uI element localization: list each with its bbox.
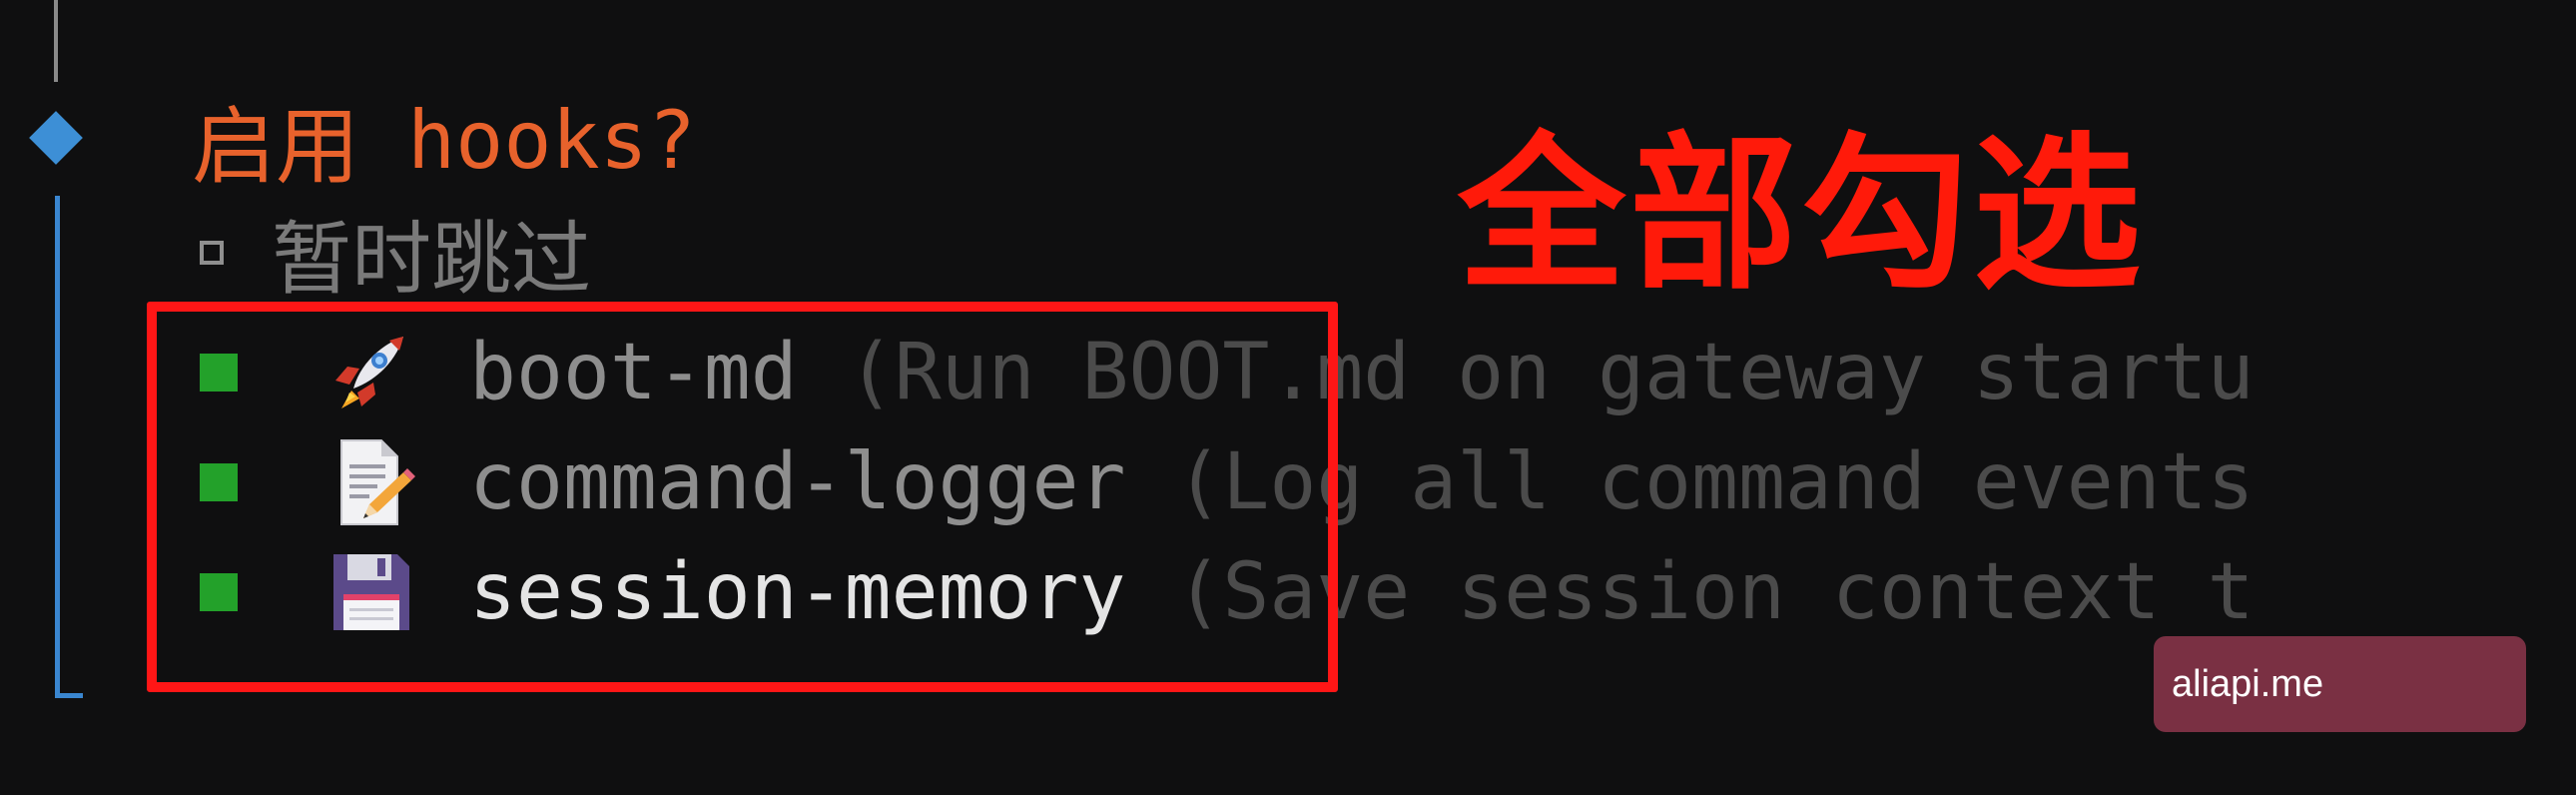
option-skip[interactable]: 暂时跳过	[200, 198, 591, 308]
terminal-prompt-screen: 启用 hooks? 暂时跳过 boot-md (Run BOOT.md on g…	[0, 0, 2576, 795]
prompt-question-en: hooks?	[407, 93, 696, 187]
prompt-rail	[55, 196, 60, 697]
unchecked-checkbox-icon[interactable]	[200, 241, 224, 265]
active-prompt-diamond-icon	[29, 111, 83, 165]
prompt-question: 启用 hooks?	[192, 80, 696, 200]
annotation-select-all: 全部勾选	[1458, 116, 2145, 313]
option-skip-label: 暂时跳过	[272, 213, 591, 306]
watermark-text: aliapi.me	[2172, 662, 2324, 705]
prompt-connector-line	[54, 0, 58, 82]
watermark-badge: aliapi.me	[2154, 636, 2526, 732]
selection-highlight-box	[147, 302, 1338, 692]
prompt-rail-end	[55, 693, 83, 698]
prompt-question-zh: 启用	[192, 97, 360, 196]
